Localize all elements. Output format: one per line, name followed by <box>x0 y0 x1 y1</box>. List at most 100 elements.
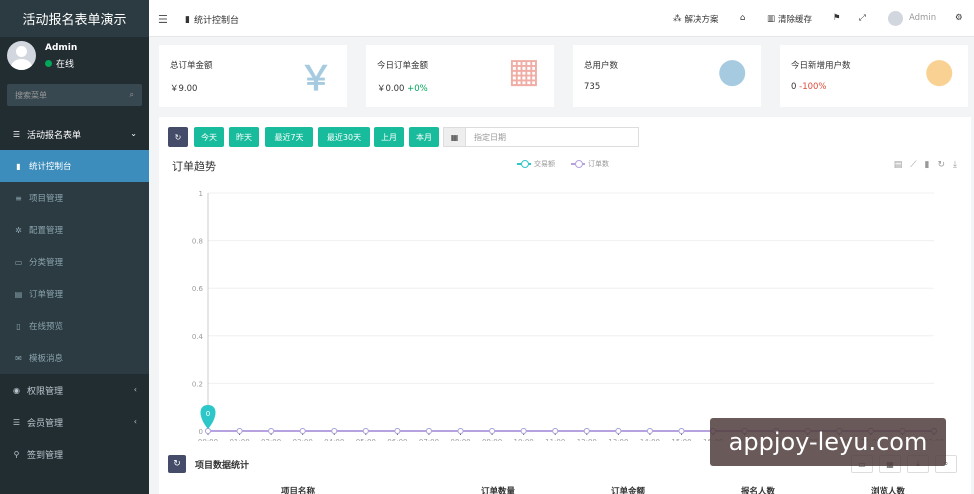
search-placeholder: 搜索菜单 <box>15 90 47 100</box>
sidebar-item-permission[interactable]: ◉ 权限管理 ‹ <box>0 374 149 406</box>
y-tick-label: 0.8 <box>192 238 203 246</box>
chart-panel: ↻ 今天 昨天 最近7天 最近30天 上月 本月 ▦ 指定日期 订单趋势 交易额… <box>159 117 971 462</box>
sidebar-item-order[interactable]: ▤ 订单管理 <box>0 278 149 310</box>
card-value-text: 0 <box>791 82 797 92</box>
home-icon: ⌂ <box>740 13 746 23</box>
column-header[interactable]: 项目名称 <box>281 485 315 494</box>
search-icon[interactable]: ⌕ <box>130 90 134 100</box>
filter-today-button[interactable]: 今天 <box>194 127 224 147</box>
envelope-icon: ✉ <box>15 353 22 363</box>
card-change: +0% <box>407 84 428 94</box>
filter-this-month-button[interactable]: 本月 <box>409 127 439 147</box>
sidebar-search-input[interactable]: 搜索菜单 ⌕ <box>7 84 142 106</box>
fullscreen-button[interactable]: ⤢ <box>859 13 866 23</box>
language-button[interactable]: ⚑ <box>833 13 841 23</box>
date-input[interactable]: 指定日期 <box>465 127 639 147</box>
filter-7days-button[interactable]: 最近7天 <box>265 127 313 147</box>
sidebar-item-project[interactable]: ≡ 项目管理 <box>0 182 149 214</box>
sidebar-item-label: 统计控制台 <box>29 162 72 172</box>
yen-icon: ￥ <box>299 59 333 99</box>
data-point <box>552 428 559 434</box>
solution-link[interactable]: ⁂ 解决方案 <box>673 13 719 25</box>
stat-card-today-amount: 今日订单金额 ￥0.00 +0% ▦ <box>366 45 554 107</box>
card-value-text: ￥9.00 <box>170 84 198 94</box>
users-icon: ◉ <box>13 385 20 395</box>
sidebar-item-category[interactable]: ▭ 分类管理 <box>0 246 149 278</box>
sidebar-item-label: 配置管理 <box>29 226 64 236</box>
restore-icon[interactable]: ↻ <box>937 160 945 170</box>
users-icon: ● <box>717 51 747 91</box>
app-logo[interactable]: 活动报名表单演示 <box>0 0 149 37</box>
column-header[interactable]: 报名人数 <box>741 485 775 494</box>
sidebar-item-member[interactable]: ☰ 会员管理 ‹ <box>0 406 149 438</box>
sitemap-icon: ⁂ <box>673 14 682 24</box>
card-value: 0 -100% <box>791 82 827 92</box>
column-header[interactable]: 订单金额 <box>611 485 645 494</box>
admin-name[interactable]: Admin <box>909 13 936 23</box>
data-point <box>362 428 369 434</box>
sidebar-item-activity-form[interactable]: ☰ 活动报名表单 ⌄ <box>0 118 149 150</box>
chart-legend: 交易额 订单数 <box>517 159 609 169</box>
hamburger-icon[interactable]: ☰ <box>158 13 168 26</box>
section-title: 项目数据统计 <box>195 461 250 471</box>
card-change: -100% <box>799 82 827 92</box>
settings-button[interactable]: ⚙ <box>955 13 963 23</box>
gears-icon: ⚙ <box>955 13 963 23</box>
map-marker-icon: ⚲ <box>13 449 20 459</box>
y-tick-label: 0 <box>199 428 203 436</box>
legend-item-orders[interactable]: 订单数 <box>571 159 609 169</box>
topbar: ☰ ▮ 统计控制台 ⁂ 解决方案 ⌂ ▥ 清除缓存 ⚑ ⤢ Admin ⚙ <box>149 0 974 37</box>
chevron-down-icon: ⌄ <box>130 129 137 138</box>
legend-label: 交易额 <box>534 160 555 168</box>
card-value-text: 735 <box>584 82 601 92</box>
tab-label: 统计控制台 <box>193 16 239 26</box>
chart-title: 订单趋势 <box>172 160 216 173</box>
home-link[interactable]: ⌂ <box>740 13 745 23</box>
card-value: 735 <box>584 82 600 92</box>
sidebar-item-dashboard[interactable]: ▮ 统计控制台 <box>0 150 149 182</box>
folder-icon: ▭ <box>14 257 23 267</box>
user-status: 在线 <box>45 57 74 70</box>
filter-last-month-button[interactable]: 上月 <box>374 127 404 147</box>
filter-yesterday-button[interactable]: 昨天 <box>229 127 259 147</box>
data-point <box>394 428 401 434</box>
clear-cache-button[interactable]: ▥ 清除缓存 <box>767 13 812 25</box>
data-point <box>615 428 622 434</box>
sidebar-item-checkin[interactable]: ⚲ 签到管理 <box>0 438 149 470</box>
sidebar-item-config[interactable]: ✲ 配置管理 <box>0 214 149 246</box>
list-icon: ≡ <box>15 193 22 203</box>
data-view-icon[interactable]: ▤ <box>894 160 903 170</box>
card-title: 今日订单金额 <box>377 61 429 71</box>
y-tick-label: 0.4 <box>192 333 204 341</box>
chart-toolbox: ▤ ⟋ ▮ ↻ ⤓ <box>894 160 957 170</box>
sidebar-item-label: 权限管理 <box>27 386 64 397</box>
column-header[interactable]: 订单数量 <box>481 485 515 494</box>
legend-label: 订单数 <box>588 160 609 168</box>
card-value-text: ￥0.00 <box>377 84 405 94</box>
column-header[interactable]: 浏览人数 <box>871 485 905 494</box>
gear-icon: ✲ <box>15 225 22 235</box>
line-chart-icon[interactable]: ⟋ <box>910 160 916 170</box>
data-point <box>425 428 432 434</box>
download-icon[interactable]: ⤓ <box>953 160 957 170</box>
y-tick-label: 0.6 <box>192 285 204 293</box>
legend-item-amount[interactable]: 交易额 <box>517 159 555 169</box>
avatar <box>7 41 36 70</box>
refresh-button[interactable]: ↻ <box>168 127 188 147</box>
sidebar-item-template[interactable]: ✉ 模板消息 <box>0 342 149 374</box>
bar-chart-icon[interactable]: ▮ <box>925 160 930 170</box>
card-title: 总订单金额 <box>170 61 213 71</box>
user-icon: ● <box>924 51 954 91</box>
sidebar-menu: ☰ 活动报名表单 ⌄ ▮ 统计控制台 ≡ 项目管理 ✲ 配置管理 ▭ 分类管理 ▤ 订单管理 … <box>0 118 149 470</box>
refresh-button[interactable]: ↻ <box>168 455 186 473</box>
user-panel: Admin 在线 <box>0 37 149 81</box>
stat-card-total-users: 总用户数 735 ● <box>573 45 761 107</box>
y-tick-label: 0.2 <box>192 380 203 388</box>
admin-avatar[interactable] <box>888 11 903 26</box>
watermark: appjoy-leyu.com <box>710 418 946 466</box>
sidebar-item-preview[interactable]: ▯ 在线预览 <box>0 310 149 342</box>
status-text: 在线 <box>56 60 75 70</box>
sidebar-item-label: 在线预览 <box>29 322 64 332</box>
filter-30days-button[interactable]: 最近30天 <box>318 127 370 147</box>
tab-dashboard[interactable]: ▮ 统计控制台 <box>185 13 239 27</box>
